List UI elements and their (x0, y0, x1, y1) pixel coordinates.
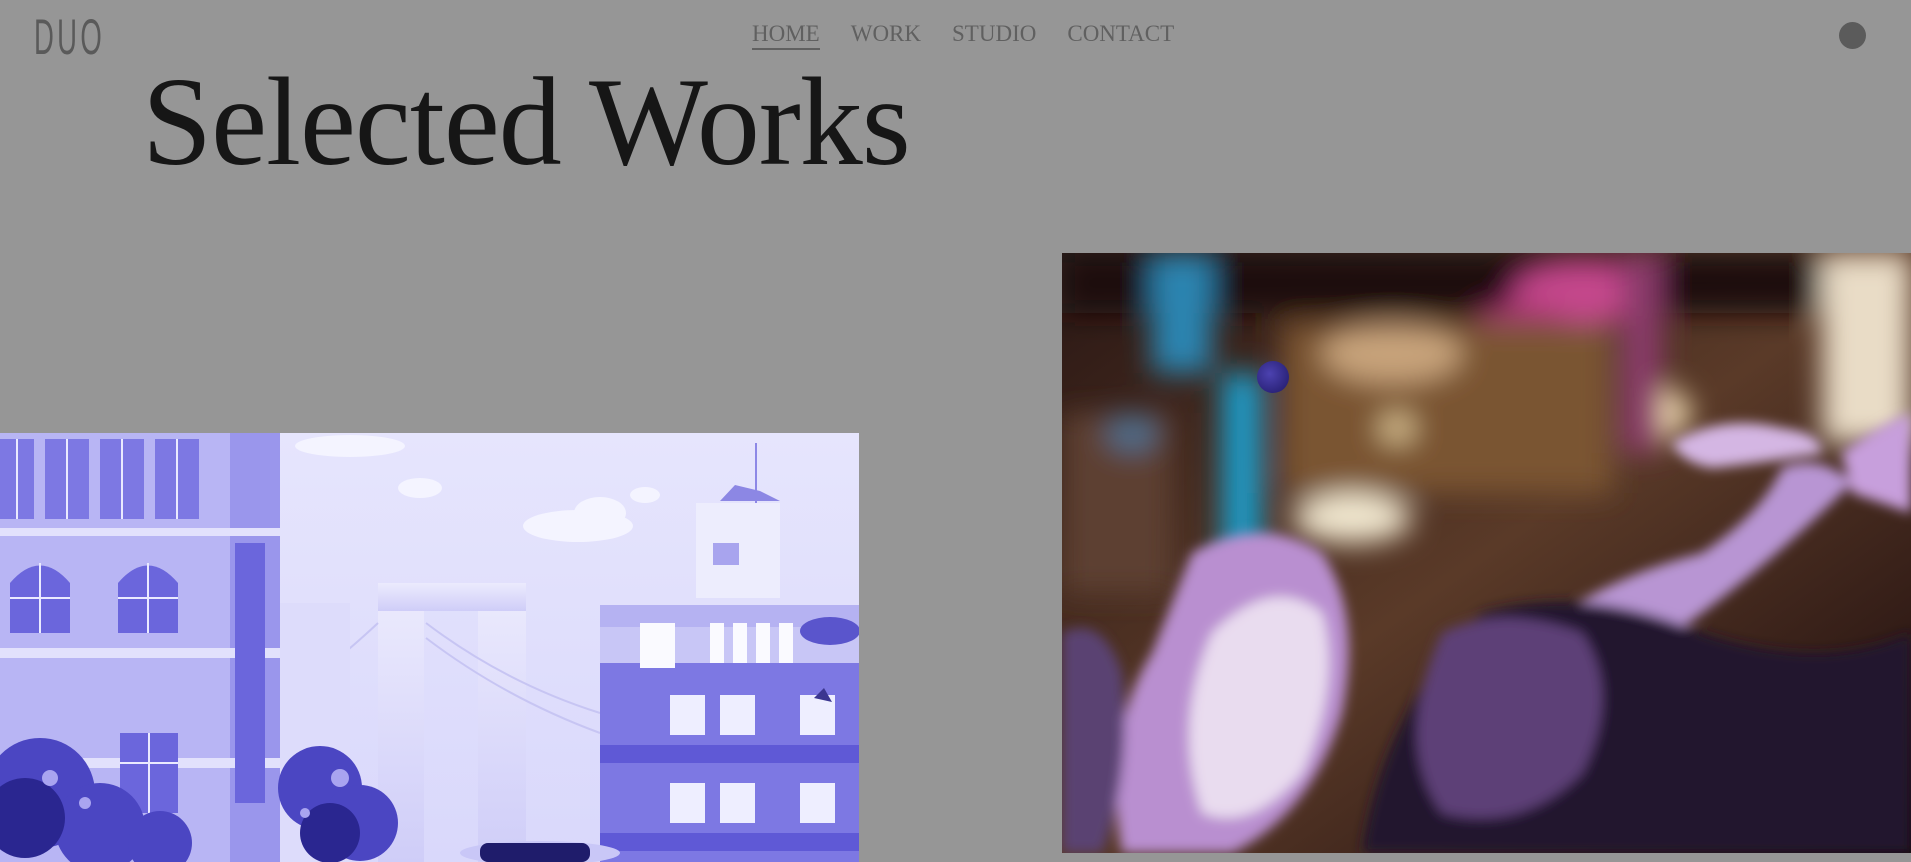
cursor-dot-icon (1257, 361, 1289, 393)
main-nav: HOME WORK STUDIO CONTACT (752, 20, 1174, 50)
city-illustration-image (0, 433, 859, 862)
concert-video-image (1062, 253, 1911, 853)
menu-dot-icon[interactable] (1839, 22, 1866, 49)
nav-work[interactable]: WORK (851, 20, 921, 50)
nav-studio[interactable]: STUDIO (952, 20, 1036, 50)
nav-contact[interactable]: CONTACT (1067, 20, 1174, 50)
nav-home[interactable]: HOME (752, 20, 820, 50)
brand-logo[interactable]: DUO (34, 12, 105, 62)
work-card-city-illustration[interactable] (0, 433, 859, 862)
work-card-concert-video[interactable] (1062, 253, 1911, 853)
page-title: Selected Works (142, 53, 911, 192)
